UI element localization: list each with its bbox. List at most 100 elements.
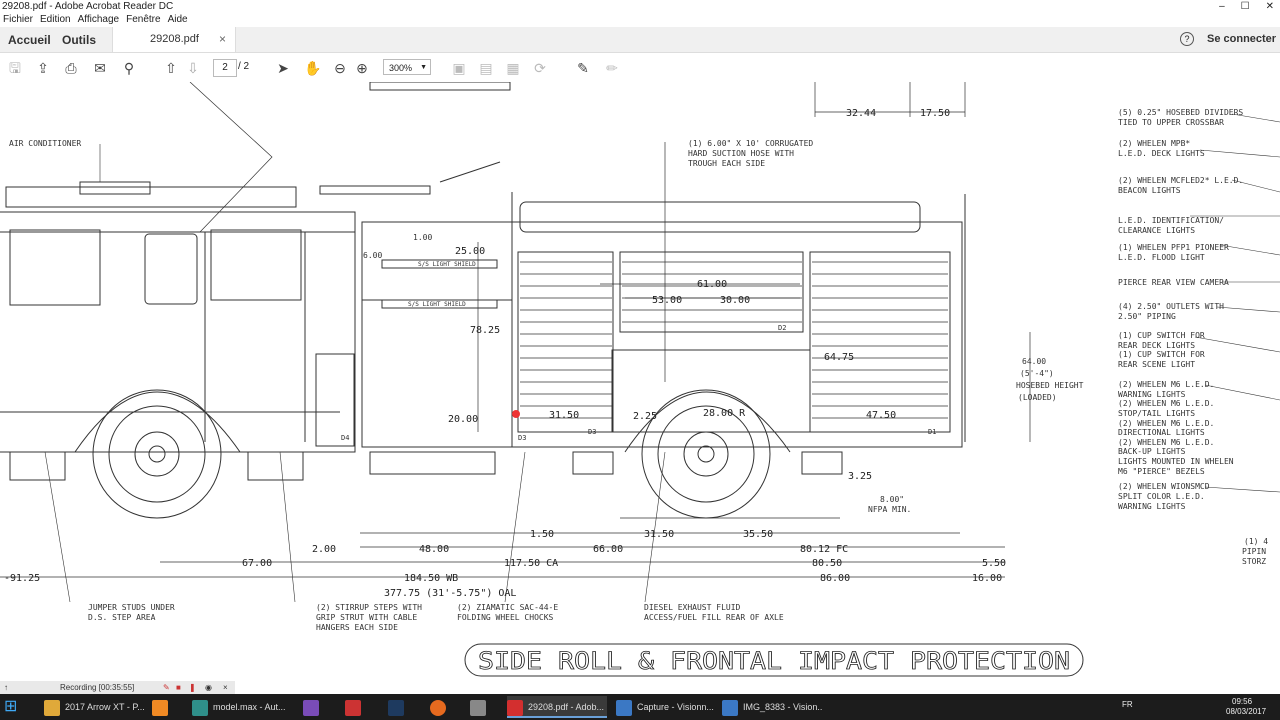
callout-line: (2) WHELEN MCFLED2* L.E.D. [1118,176,1243,185]
detail-tags: D4 D3 D1 D2 D3 [341,324,936,442]
taskbar-item[interactable]: Capture - Visionn... [616,696,716,718]
dim-value: 64.75 [824,352,854,363]
callout-line: TIED TO UPPER CROSSBAR [1118,118,1224,127]
dim-value: 67.00 [242,558,272,569]
callout-line: PIERCE REAR VIEW CAMERA [1118,278,1229,287]
maximize-button[interactable]: ☐ [1241,0,1250,13]
tab-home[interactable]: Accueil [8,33,51,47]
highlight-icon[interactable]: ✏ [604,60,620,76]
settings-tool-icon[interactable] [470,696,496,718]
callout-line: BEACON LIGHTS [1118,186,1181,195]
taskbar-item-label: 29208.pdf - Adob... [528,702,605,712]
dim-value: 53.00 [652,295,682,306]
suction-hose-note: (1) 6.00" X 10' CORRUGATED HARD SUCTION … [688,139,813,168]
page-number-input[interactable]: 2 [213,59,237,77]
email-icon[interactable]: ✉ [92,60,108,76]
pen-icon[interactable]: ✎ [163,681,170,694]
comment-icon[interactable]: ✎ [575,60,591,76]
dim-value: 47.50 [866,410,896,421]
toolbar: 🖫 ⇪ ⎙ ✉ ⚲ ⇧ ⇩ ➤ ✋ ⊖ ⊕ ▣ ▤ ▦ ⟳ ✎ ✏ [0,53,1280,83]
dim-value: 31.50 [549,410,579,421]
select-cursor-icon[interactable]: ➤ [275,60,291,76]
callout-line: (4) 2.50" OUTLETS WITH [1118,302,1224,311]
menu-affichage[interactable]: Affichage [75,13,124,27]
upload-icon[interactable]: ⇪ [35,60,51,76]
dim-value: 31.50 [644,529,674,540]
close-tab-icon[interactable]: × [219,32,226,46]
fit-page-icon[interactable]: ▣ [451,60,467,76]
stop-record-icon[interactable]: ■ [176,681,181,694]
clock-date[interactable]: 08/03/2017 [1226,707,1266,716]
window-title: 29208.pdf - Adobe Acrobat Reader DC [2,1,174,12]
tab-document-label: 29208.pdf [150,33,199,45]
start-windows-icon[interactable]: ⊞ [4,696,30,718]
dim-value: 25.00 [455,246,485,257]
air-conditioner-unit [79,181,151,195]
menu-fenetre[interactable]: Fenêtre [123,13,164,27]
tab-document[interactable]: 29208.pdf × [112,27,236,52]
firefox-icon[interactable] [430,696,456,718]
callout-line: (1) CUP SWITCH FOR [1118,350,1205,359]
visual-studio-icon[interactable] [303,696,329,718]
dim-value: 377.75 (31'-5.75") OAL [384,588,516,599]
sign-in-link[interactable]: Se connecter [1207,33,1276,45]
taskbar: ⊞ 2017 Arrow XT - P... model.max - Aut..… [0,694,1280,720]
callout-line: STORZ [1242,557,1266,566]
callout-line: WARNING LIGHTS [1118,390,1186,399]
close-recording-icon[interactable]: × [223,681,228,694]
menu-fichier[interactable]: Fichier [0,13,37,27]
previous-page-icon[interactable]: ⇧ [163,60,179,76]
red-marker [512,410,520,418]
camera-icon[interactable]: ◉ [205,681,212,694]
save-icon[interactable]: 🖫 [7,60,23,76]
taskbar-item[interactable]: IMG_8383 - Vision... [722,696,822,718]
dim-value: 80.12 FC [800,544,848,555]
recording-bar: ↑ Recording [00:35:55] ✎ ■ ❚ ◉ × [0,681,235,694]
drawing-canvas: D4 D3 D1 D2 D3 S/S LIGHT SHIELD S/S LIGH… [0,82,1280,677]
page-view-icon[interactable]: ▦ [505,60,521,76]
pause-icon[interactable]: ❚ [189,681,196,694]
taskbar-item[interactable]: 2017 Arrow XT - P... [44,696,144,718]
taskbar-item[interactable]: model.max - Aut... [192,696,292,718]
menu-aide[interactable]: Aide [165,13,192,27]
callout-line: (1) WHELEN PFP1 PIONEER [1118,243,1229,252]
tab-tools[interactable]: Outils [62,33,96,47]
callout-line: L.E.D. IDENTIFICATION/ [1118,216,1224,225]
search-icon[interactable]: ⚲ [121,60,137,76]
next-page-icon[interactable]: ⇩ [185,60,201,76]
close-window-button[interactable]: ✕ [1266,0,1274,13]
window-controls: – ☐ ✕ [1219,0,1274,13]
callout-line: (2) WHELEN MPB* [1118,139,1190,148]
far-right-callout: (1) 4 PIPIN STORZ [1242,537,1268,566]
dim-value: 28.00 R [703,408,746,419]
fit-width-icon[interactable]: ▤ [478,60,494,76]
rotate-icon[interactable]: ⟳ [532,60,548,76]
hand-tool-icon[interactable]: ✋ [304,60,321,76]
menu-edition[interactable]: Edition [37,13,75,27]
zoom-value: 300% [389,63,413,73]
app-icon[interactable] [345,696,371,718]
callout-line: L.E.D. FLOOD LIGHT [1118,253,1205,262]
clock-time[interactable]: 09:56 [1232,697,1252,706]
callout-line: GRIP STRUT WITH CABLE [316,613,417,622]
print-icon[interactable]: ⎙ [63,60,79,76]
document-view[interactable]: D4 D3 D1 D2 D3 S/S LIGHT SHIELD S/S LIGH… [0,82,1280,694]
arrow-up-icon[interactable]: ↑ [4,681,8,694]
language-indicator[interactable]: FR [1122,700,1133,709]
menu-bar: Fichier Edition Affichage Fenêtre Aide [0,13,1280,27]
callout-line: 2.50" PIPING [1118,312,1176,321]
taskbar-item-active[interactable]: 29208.pdf - Adob... [507,696,607,718]
photo-viewer-icon [722,699,738,716]
taskbar-item-label: model.max - Aut... [213,702,286,712]
dim-value: 2.00 [312,544,336,555]
dim-value: 48.00 [419,544,449,555]
taskbar-item-label: Capture - Visionn... [637,702,714,712]
help-icon[interactable]: ? [1180,32,1194,46]
media-player-icon[interactable] [152,696,178,718]
zoom-out-icon[interactable]: ⊖ [332,60,348,76]
minimize-button[interactable]: – [1219,0,1225,13]
zoom-in-icon[interactable]: ⊕ [354,60,370,76]
dimension-values: 32.44 17.50 25.00 1.00 6.00 78.25 20.00 … [4,108,1006,599]
zoom-select[interactable]: 300% ▼ [383,59,431,75]
photoshop-icon[interactable] [388,696,414,718]
